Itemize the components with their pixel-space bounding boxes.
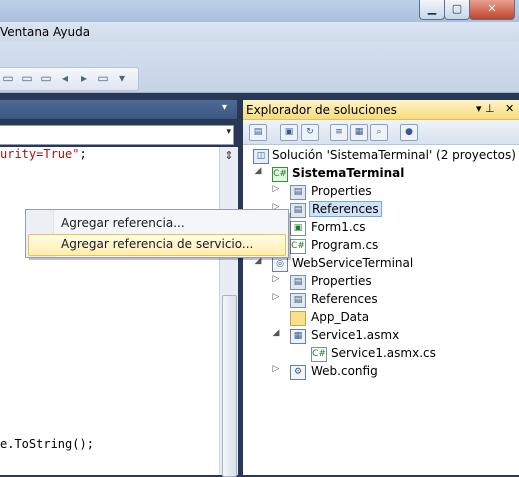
code-string: urity=True"	[0, 147, 80, 161]
tree-item-label: SistemaTerminal	[292, 166, 405, 180]
menu-item-agregar-referencia[interactable]: Agregar referencia...	[28, 213, 284, 233]
menu-item-label: Agregar referencia...	[61, 216, 185, 230]
folder-icon	[290, 311, 306, 326]
form-icon: ▣	[290, 221, 306, 236]
member-dropdown[interactable]: ▾	[0, 125, 234, 145]
tree-item-label: Program.cs	[311, 238, 379, 252]
tree-item-label: References	[309, 201, 382, 217]
solution-icon: ◫	[253, 149, 269, 164]
scrollbar-thumb[interactable]	[222, 295, 237, 477]
tree-item-label: Properties	[311, 274, 372, 288]
title-bar: ▁ ▢ ✕	[0, 0, 519, 22]
context-menu: Agregar referencia... Agregar referencia…	[25, 209, 289, 258]
pin-icon[interactable]: ▾ ⊥	[476, 102, 495, 115]
close-button[interactable]: ✕	[469, 0, 515, 20]
view-designer-icon[interactable]: ▦	[350, 124, 368, 141]
references-icon: ▤	[290, 203, 306, 218]
csharp-project-icon: C#	[272, 167, 288, 182]
show-all-files-icon[interactable]: ▣	[280, 124, 298, 141]
tree-item-label: Form1.cs	[311, 220, 366, 234]
collapsed-arrow-icon[interactable]: ▷	[271, 364, 281, 374]
chevron-down-icon[interactable]: ▾	[226, 127, 231, 137]
menu-ayuda[interactable]: Ayuda	[53, 25, 90, 39]
view-code-icon[interactable]: ≡	[330, 124, 348, 141]
minimize-button[interactable]: ▁	[419, 0, 445, 20]
config-file-icon: ⚙	[290, 365, 306, 380]
toolbar-options-icon[interactable]: ▾	[114, 71, 130, 86]
tab-list-dropdown-icon[interactable]: ▾	[222, 102, 227, 113]
editor-tab-bar: ▾	[0, 100, 237, 119]
properties-icon: ▤	[290, 275, 306, 290]
solution-explorer-header: Explorador de soluciones ▾ ⊥ ✕	[243, 100, 519, 120]
code-text: ;	[79, 147, 87, 161]
collapsed-arrow-icon[interactable]: ▷	[271, 184, 281, 194]
tree-item-label: WebServiceTerminal	[292, 256, 414, 270]
expanded-arrow-icon[interactable]: ◢	[253, 166, 263, 176]
csharp-file-icon: C#	[290, 239, 306, 254]
tree-item-label: Service1.asmx.cs	[331, 346, 436, 360]
menu-item-agregar-referencia-servicio[interactable]: Agregar referencia de servicio...	[28, 234, 286, 256]
csharp-file-icon: C#	[311, 347, 327, 362]
previous-bookmark-icon[interactable]: ◂	[57, 71, 73, 86]
expanded-arrow-icon[interactable]: ◢	[271, 328, 281, 338]
menu-item-label: Agregar referencia de servicio...	[61, 237, 254, 251]
solution-tree: ◫ Solución 'SistemaTerminal' (2 proyecto…	[243, 145, 519, 475]
menu-bar: Ventana Ayuda	[0, 22, 519, 42]
tree-item-label: Service1.asmx	[311, 328, 400, 342]
tree-item-label: Web.config	[311, 364, 378, 378]
code-line: e.ToString();	[0, 437, 94, 451]
solution-explorer: Explorador de soluciones ▾ ⊥ ✕ ▤ ▣ ↻ ≡ ▦…	[243, 100, 519, 475]
asmx-file-icon: ▦	[290, 329, 306, 344]
maximize-button[interactable]: ▢	[444, 0, 470, 20]
clear-bookmarks-icon[interactable]: ▭	[95, 71, 111, 86]
toolbar: ▭ ▭ ▭ ◂ ▸ ▭ ▾	[0, 42, 519, 93]
solution-explorer-toolbar: ▤ ▣ ↻ ≡ ▦ ⌕ ●	[243, 120, 519, 145]
menu-ventana[interactable]: Ventana	[0, 25, 49, 39]
tree-item-label: Solución 'SistemaTerminal' (2 proyectos)	[272, 148, 516, 162]
solution-explorer-title: Explorador de soluciones	[246, 103, 397, 117]
close-icon[interactable]: ✕	[505, 102, 514, 115]
next-bookmark-icon[interactable]: ▸	[76, 71, 92, 86]
toolbar-strip: ▭ ▭ ▭ ◂ ▸ ▭ ▾	[0, 67, 139, 91]
refresh-icon[interactable]: ↻	[301, 124, 319, 141]
references-icon: ▤	[290, 293, 306, 308]
properties-icon[interactable]: ▤	[249, 124, 267, 141]
properties-icon: ▤	[290, 185, 306, 200]
code-line: urity=True";	[0, 147, 87, 161]
uncomment-icon[interactable]: ▭	[19, 71, 35, 86]
class-diagram-icon[interactable]: ⌕	[370, 124, 388, 141]
editor-scrollbar[interactable]: ⇕	[219, 147, 238, 477]
copy-website-icon[interactable]: ●	[400, 124, 418, 141]
tree-item-label: References	[311, 292, 378, 306]
tree-item-label: Properties	[311, 184, 372, 198]
comment-icon[interactable]: ▭	[0, 71, 16, 86]
split-handle-icon[interactable]: ⇕	[222, 149, 236, 163]
tree-item-label: App_Data	[311, 310, 370, 324]
code-editor[interactable]: urity=True"; e.ToString();	[0, 147, 219, 475]
collapsed-arrow-icon[interactable]: ▷	[271, 292, 281, 302]
bookmark-icon[interactable]: ▭	[38, 71, 54, 86]
collapsed-arrow-icon[interactable]: ▷	[271, 274, 281, 284]
